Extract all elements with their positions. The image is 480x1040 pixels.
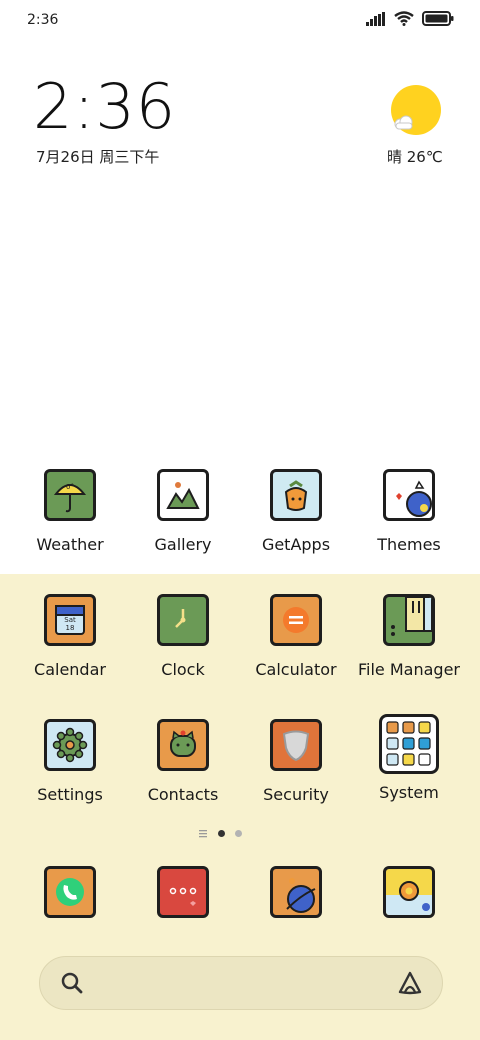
app-label: Security [263,785,329,804]
app-label: GetApps [261,535,331,554]
search-bar[interactable] [39,956,443,1010]
app-security[interactable]: Security [240,719,352,804]
calendar-icon: Sat 18 [44,594,96,646]
app-calendar[interactable]: Sat 18 Calendar [14,594,126,679]
app-label: Weather [36,535,104,554]
assistant-icon[interactable] [396,970,424,996]
umbrella-icon: 0° [44,469,96,521]
messages-icon [157,866,209,918]
weather-icon-temp: 0° [66,483,74,491]
widget-date: 7月26日 周三下午 [36,148,160,166]
dock-browser[interactable] [240,866,352,918]
folder-icon [379,714,439,774]
app-settings[interactable]: Settings [14,719,126,804]
dock-messages[interactable] [127,866,239,918]
dock-phone[interactable] [14,866,126,918]
app-contacts[interactable]: Contacts [127,719,239,804]
status-bar: 2:36 [0,0,480,42]
app-label: Calculator [255,660,337,679]
file-manager-icon [383,594,435,646]
browser-planet-icon [270,866,322,918]
widget-clock[interactable]: 2:36 [33,76,176,138]
calendar-icon-day: Sat [64,616,76,624]
app-label: Settings [37,785,103,804]
app-system-folder[interactable]: System [353,714,465,802]
clock-icon [157,594,209,646]
page-dot-active[interactable] [218,830,225,837]
shield-icon [270,719,322,771]
themes-icon [383,469,435,521]
gallery-icon [157,469,209,521]
widget-weather: 晴 26℃ [387,148,443,166]
app-calculator[interactable]: Calculator [240,594,352,679]
app-label: Contacts [147,785,219,804]
app-label: Calendar [34,660,106,679]
app-label: Clock [161,660,205,679]
wifi-icon [394,11,414,26]
sun-weather-icon[interactable] [390,84,442,136]
calendar-icon-num: 18 [66,624,75,632]
app-label: System [379,783,439,802]
phone-icon [44,866,96,918]
app-themes[interactable]: Themes [353,469,465,554]
app-clock[interactable]: Clock [127,594,239,679]
page-indicator[interactable] [199,829,242,838]
app-label: File Manager [358,660,460,679]
gear-icon [44,719,96,771]
app-gallery[interactable]: Gallery [127,469,239,554]
page-dot[interactable] [235,830,242,837]
status-time: 2:36 [27,12,59,28]
dock-camera[interactable] [353,866,465,918]
signal-icon [366,11,385,26]
camera-icon [383,866,435,918]
battery-icon [422,11,454,26]
contacts-icon [157,719,209,771]
app-file-manager[interactable]: File Manager [353,594,465,679]
calculator-icon [270,594,322,646]
app-label: Gallery [154,535,212,554]
app-getapps[interactable]: GetApps [240,469,352,554]
getapps-bag-icon [270,469,322,521]
search-icon[interactable] [60,971,84,995]
list-icon[interactable] [199,829,208,838]
app-label: Themes [377,535,441,554]
status-icons [366,11,454,26]
app-weather[interactable]: 0° Weather [14,469,126,554]
